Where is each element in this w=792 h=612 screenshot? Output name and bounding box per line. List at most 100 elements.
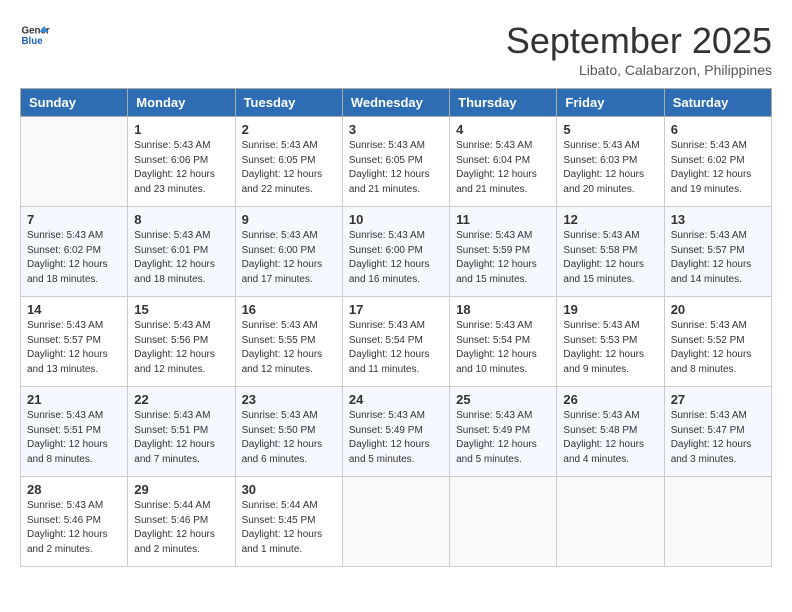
day-info: Sunrise: 5:43 AM Sunset: 5:54 PM Dayligh… [456, 319, 550, 377]
day-cell [342, 477, 449, 567]
day-cell [450, 477, 557, 567]
column-header-sunday: Sunday [21, 89, 128, 117]
day-cell: 26 Sunrise: 5:43 AM Sunset: 5:48 PM Dayli… [557, 387, 664, 477]
day-number: 23 [242, 392, 336, 407]
calendar-subtitle: Libato, Calabarzon, Philippines [506, 62, 772, 78]
day-number: 18 [456, 302, 550, 317]
day-info: Sunrise: 5:43 AM Sunset: 5:51 PM Dayligh… [134, 409, 228, 467]
day-cell: 1 Sunrise: 5:43 AM Sunset: 6:06 PM Daylig… [128, 117, 235, 207]
week-row-1: 1 Sunrise: 5:43 AM Sunset: 6:06 PM Daylig… [21, 117, 772, 207]
day-info: Sunrise: 5:43 AM Sunset: 6:02 PM Dayligh… [27, 229, 121, 287]
day-cell: 14 Sunrise: 5:43 AM Sunset: 5:57 PM Dayli… [21, 297, 128, 387]
day-info: Sunrise: 5:43 AM Sunset: 5:48 PM Dayligh… [563, 409, 657, 467]
day-info: Sunrise: 5:43 AM Sunset: 5:51 PM Dayligh… [27, 409, 121, 467]
day-number: 19 [563, 302, 657, 317]
day-info: Sunrise: 5:43 AM Sunset: 6:00 PM Dayligh… [242, 229, 336, 287]
day-info: Sunrise: 5:43 AM Sunset: 5:46 PM Dayligh… [27, 499, 121, 557]
day-cell: 25Sunrise: 5:43 AM Sunset: 5:49 PM Dayli… [450, 387, 557, 477]
day-cell: 4 Sunrise: 5:43 AM Sunset: 6:04 PM Daylig… [450, 117, 557, 207]
day-info: Sunrise: 5:43 AM Sunset: 5:54 PM Dayligh… [349, 319, 443, 377]
day-number: 16 [242, 302, 336, 317]
day-number: 17 [349, 302, 443, 317]
day-cell: 30 Sunrise: 5:44 AM Sunset: 5:45 PM Dayli… [235, 477, 342, 567]
day-cell: 28 Sunrise: 5:43 AM Sunset: 5:46 PM Dayli… [21, 477, 128, 567]
day-cell: 21 Sunrise: 5:43 AM Sunset: 5:51 PM Dayli… [21, 387, 128, 477]
day-info: Sunrise: 5:43 AM Sunset: 5:59 PM Dayligh… [456, 229, 550, 287]
day-number: 3 [349, 122, 443, 137]
day-cell: 15Sunrise: 5:43 AM Sunset: 5:56 PM Dayli… [128, 297, 235, 387]
day-number: 11 [456, 212, 550, 227]
day-number: 14 [27, 302, 121, 317]
day-number: 9 [242, 212, 336, 227]
day-cell: 20Sunrise: 5:43 AM Sunset: 5:52 PM Dayli… [664, 297, 771, 387]
day-info: Sunrise: 5:43 AM Sunset: 6:05 PM Dayligh… [349, 139, 443, 197]
column-header-friday: Friday [557, 89, 664, 117]
day-number: 8 [134, 212, 228, 227]
calendar-title: September 2025 [506, 20, 772, 62]
day-number: 1 [134, 122, 228, 137]
day-cell: 2 Sunrise: 5:43 AM Sunset: 6:05 PM Daylig… [235, 117, 342, 207]
day-info: Sunrise: 5:43 AM Sunset: 6:05 PM Dayligh… [242, 139, 336, 197]
day-number: 12 [563, 212, 657, 227]
week-row-2: 7 Sunrise: 5:43 AM Sunset: 6:02 PM Daylig… [21, 207, 772, 297]
day-cell: 5Sunrise: 5:43 AM Sunset: 6:03 PM Daylig… [557, 117, 664, 207]
day-cell [557, 477, 664, 567]
day-info: Sunrise: 5:43 AM Sunset: 5:57 PM Dayligh… [671, 229, 765, 287]
calendar-table: SundayMondayTuesdayWednesdayThursdayFrid… [20, 88, 772, 567]
day-info: Sunrise: 5:43 AM Sunset: 5:49 PM Dayligh… [456, 409, 550, 467]
day-number: 26 [563, 392, 657, 407]
column-header-monday: Monday [128, 89, 235, 117]
day-cell: 24 Sunrise: 5:43 AM Sunset: 5:49 PM Dayli… [342, 387, 449, 477]
title-section: September 2025 Libato, Calabarzon, Phili… [506, 20, 772, 78]
page-header: General Blue September 2025 Libato, Cala… [20, 20, 772, 78]
logo: General Blue [20, 20, 50, 50]
week-row-5: 28 Sunrise: 5:43 AM Sunset: 5:46 PM Dayli… [21, 477, 772, 567]
day-cell: 27 Sunrise: 5:43 AM Sunset: 5:47 PM Dayli… [664, 387, 771, 477]
day-number: 20 [671, 302, 765, 317]
column-header-tuesday: Tuesday [235, 89, 342, 117]
day-cell: 22 Sunrise: 5:43 AM Sunset: 5:51 PM Dayli… [128, 387, 235, 477]
day-number: 28 [27, 482, 121, 497]
day-number: 21 [27, 392, 121, 407]
svg-text:Blue: Blue [22, 36, 44, 47]
day-number: 2 [242, 122, 336, 137]
day-cell: 16Sunrise: 5:43 AM Sunset: 5:55 PM Dayli… [235, 297, 342, 387]
day-number: 30 [242, 482, 336, 497]
logo-icon: General Blue [20, 20, 50, 50]
day-info: Sunrise: 5:43 AM Sunset: 6:00 PM Dayligh… [349, 229, 443, 287]
day-info: Sunrise: 5:43 AM Sunset: 5:50 PM Dayligh… [242, 409, 336, 467]
day-number: 24 [349, 392, 443, 407]
day-info: Sunrise: 5:43 AM Sunset: 5:49 PM Dayligh… [349, 409, 443, 467]
calendar-body: 1 Sunrise: 5:43 AM Sunset: 6:06 PM Daylig… [21, 117, 772, 567]
day-info: Sunrise: 5:44 AM Sunset: 5:45 PM Dayligh… [242, 499, 336, 557]
day-number: 7 [27, 212, 121, 227]
day-cell: 18 Sunrise: 5:43 AM Sunset: 5:54 PM Dayli… [450, 297, 557, 387]
day-number: 10 [349, 212, 443, 227]
day-number: 13 [671, 212, 765, 227]
day-info: Sunrise: 5:43 AM Sunset: 6:06 PM Dayligh… [134, 139, 228, 197]
day-info: Sunrise: 5:43 AM Sunset: 5:57 PM Dayligh… [27, 319, 121, 377]
column-header-thursday: Thursday [450, 89, 557, 117]
day-cell: 9 Sunrise: 5:43 AM Sunset: 6:00 PM Daylig… [235, 207, 342, 297]
calendar-header-row: SundayMondayTuesdayWednesdayThursdayFrid… [21, 89, 772, 117]
day-cell [21, 117, 128, 207]
day-cell: 13 Sunrise: 5:43 AM Sunset: 5:57 PM Dayli… [664, 207, 771, 297]
day-cell [664, 477, 771, 567]
day-number: 27 [671, 392, 765, 407]
day-info: Sunrise: 5:43 AM Sunset: 5:47 PM Dayligh… [671, 409, 765, 467]
day-cell: 8 Sunrise: 5:43 AM Sunset: 6:01 PM Daylig… [128, 207, 235, 297]
day-cell: 10 Sunrise: 5:43 AM Sunset: 6:00 PM Dayli… [342, 207, 449, 297]
column-header-wednesday: Wednesday [342, 89, 449, 117]
day-cell: 7 Sunrise: 5:43 AM Sunset: 6:02 PM Daylig… [21, 207, 128, 297]
day-cell: 19Sunrise: 5:43 AM Sunset: 5:53 PM Dayli… [557, 297, 664, 387]
day-info: Sunrise: 5:43 AM Sunset: 6:04 PM Dayligh… [456, 139, 550, 197]
day-number: 6 [671, 122, 765, 137]
day-info: Sunrise: 5:44 AM Sunset: 5:46 PM Dayligh… [134, 499, 228, 557]
day-info: Sunrise: 5:43 AM Sunset: 6:01 PM Dayligh… [134, 229, 228, 287]
day-info: Sunrise: 5:43 AM Sunset: 6:03 PM Dayligh… [563, 139, 657, 197]
day-number: 22 [134, 392, 228, 407]
day-number: 4 [456, 122, 550, 137]
column-header-saturday: Saturday [664, 89, 771, 117]
week-row-4: 21 Sunrise: 5:43 AM Sunset: 5:51 PM Dayli… [21, 387, 772, 477]
day-number: 29 [134, 482, 228, 497]
